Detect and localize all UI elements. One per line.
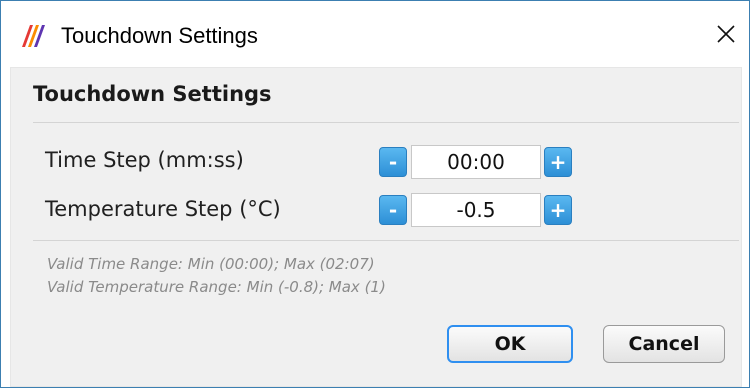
settings-panel: Touchdown Settings Time Step (mm:ss) - +… (10, 67, 742, 387)
temperature-step-increment-button[interactable]: + (544, 195, 572, 225)
close-icon (716, 24, 736, 48)
dialog-window: Touchdown Settings Touchdown Settings Ti… (0, 0, 750, 388)
ok-button[interactable]: OK (447, 325, 573, 363)
time-step-increment-button[interactable]: + (544, 147, 572, 177)
section-title: Touchdown Settings (33, 82, 272, 106)
divider (33, 240, 739, 241)
time-step-label: Time Step (mm:ss) (45, 148, 244, 172)
window-title: Touchdown Settings (61, 23, 258, 48)
time-step-input[interactable] (411, 145, 541, 179)
temperature-step-label: Temperature Step (°C) (45, 197, 281, 221)
close-button[interactable] (703, 13, 749, 59)
cancel-button[interactable]: Cancel (603, 325, 725, 363)
title-bar: Touchdown Settings (1, 1, 749, 67)
app-logo-icon (19, 23, 47, 49)
temperature-step-input[interactable] (411, 193, 541, 227)
temperature-step-decrement-button[interactable]: - (379, 195, 407, 225)
divider (33, 122, 739, 123)
temperature-range-note: Valid Temperature Range: Min (-0.8); Max… (47, 278, 386, 296)
time-range-note: Valid Time Range: Min (00:00); Max (02:0… (47, 255, 375, 273)
time-step-decrement-button[interactable]: - (379, 147, 407, 177)
